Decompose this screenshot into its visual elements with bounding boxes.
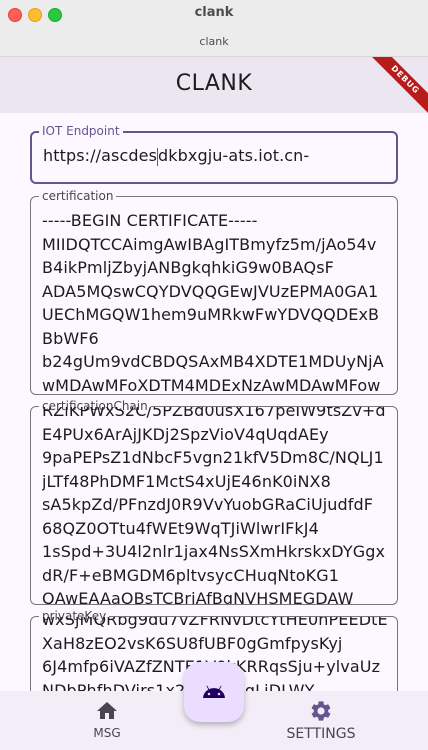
certification-field[interactable]: certification -----BEGIN CERTIFICATE----… [30,188,398,395]
home-icon [97,702,117,719]
iot-endpoint-field[interactable]: IOT Endpoint https://ascdesdkbxgju-ats.i… [30,123,398,184]
android-icon [203,685,225,698]
certification-chain-line: jLTf48PhDMF1MctS4xUjE46nK0iNX8 [42,471,331,491]
certification-line: MIIDQTCCAimgAwIBAgITBmyfz5m/jAo54v [42,234,377,254]
private-key-line: wxSjMQRbg9du7vZFRNvDtcYtHE0hPEEDtEk [42,617,387,629]
certification-line: B4ikPmljZbyjANBgkqhkiG9w0BAQsF [42,258,334,277]
certification-line: BbWF6 [42,328,99,348]
certification-line: ADA5MQswCQYDVQQGEwJVUzEPMA0GA1 [42,281,379,301]
window-subtitle: clank [199,35,229,48]
certification-line: b24gUm9vdCBDQSAxMB4XDTE1MDUyNjA [42,352,384,371]
certification-chain-field[interactable]: certificationChain RZlKPWxS2C/5PZBd0usX1… [30,398,398,605]
certification-chain-line: sA5kpZd/PFnzdJ0R9VvYuobGRaCiUjudfdF [42,495,374,514]
certification-chain-line: QAwEAAaOBsTCBrjAfBgNVHSMEGDAW [42,589,354,604]
certification-chain-line: RZlKPWxS2C/5PZBd0usX167peIW9tsZv+d [42,407,386,420]
certification-label: certification [39,188,117,204]
iot-endpoint-value-end: dkbxgju-ats.iot.cn- [158,146,310,165]
certification-chain-line: E4PUx6ArAjJKDj2SpzVioV4qUqdAEy [42,424,329,444]
private-key-line: XaH8zEO2vsK6SU8fUBF0gGmfpysKyj [42,633,343,653]
iot-endpoint-input[interactable]: https://ascdesdkbxgju-ats.iot.cn- [43,144,386,182]
certification-chain-line: 9paPEPsZ1dNbcF5vgn21kfV5Dm8C/NQLJ1 [42,448,384,467]
certification-line: UEChMGQW1hem9uMRkwFwYDVQQDExB [42,305,380,324]
certification-chain-textarea[interactable]: RZlKPWxS2C/5PZBd0usX167peIW9tsZv+d E4PUx… [42,407,387,604]
android-fab-button[interactable] [184,662,244,722]
window-titlebar: clank clank [0,0,428,57]
page-title: CLANK [175,71,253,96]
certification-chain-line: 68QZ0OTtu4fWEt9WqTJiWlwrIFkJ4 [42,518,319,538]
nav-item-settings[interactable]: SETTINGS [251,691,391,750]
certification-chain-line: 1sSpd+3U4l2nlr1jax4NsSXmHkrskxDYGgx [42,542,386,561]
iot-endpoint-label: IOT Endpoint [39,123,123,139]
certification-line: wMDAwMFoXDTM4MDExNzAwMDAwMFow [42,375,381,395]
nav-item-msg-label: MSG [93,726,121,740]
certification-chain-line: dR/F+eBMGDM6pltvsycCHuqNtoKG1 [42,565,340,585]
nav-item-msg[interactable]: MSG [37,691,177,750]
window-title: clank [194,5,234,20]
certification-textarea[interactable]: -----BEGIN CERTIFICATE----- MIIDQTCCAimg… [42,209,387,394]
nav-item-settings-label: SETTINGS [286,726,356,742]
gear-icon [311,701,331,721]
iot-endpoint-value-start: https://ascdes [43,146,158,165]
certification-line: -----BEGIN CERTIFICATE----- [42,211,258,230]
app-bar: CLANK DEBUG [0,57,428,113]
